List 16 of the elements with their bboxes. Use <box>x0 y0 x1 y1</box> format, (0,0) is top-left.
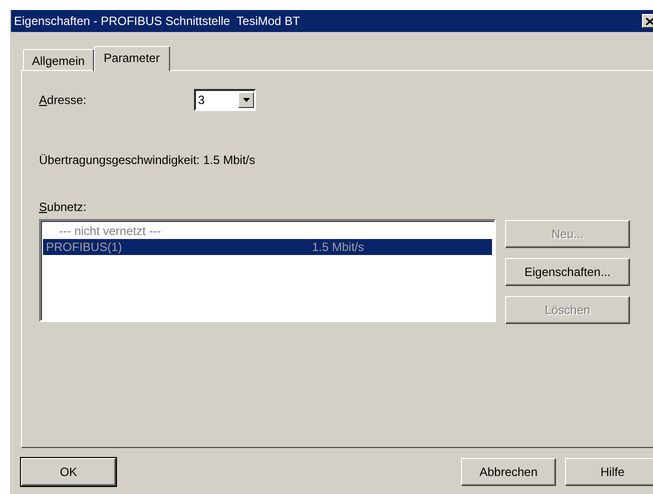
list-item-text: --- nicht vernetzt --- <box>58 224 162 238</box>
address-label: Adresse: <box>39 93 86 107</box>
tab[interactable]: Allgemein <box>23 49 94 71</box>
list-row[interactable]: --- nicht vernetzt --- <box>43 223 492 239</box>
button[interactable]: Abbrechen <box>461 458 556 486</box>
button[interactable]: Eigenschaften... <box>505 258 630 286</box>
tab[interactable]: Parameter <box>94 46 170 71</box>
list-item-text: 1.5 Mbit/s <box>312 240 364 254</box>
list-item-text: PROFIBUS(1) <box>46 240 122 254</box>
button[interactable]: OK <box>21 458 116 486</box>
address-dropdown[interactable]: 3 <box>194 89 256 111</box>
list-row[interactable]: PROFIBUS(1) 1.5 Mbit/s <box>43 239 492 255</box>
window-title: Eigenschaften - PROFIBUS Schnittstelle TesiMod BT <box>14 14 300 28</box>
button[interactable]: Hilfe <box>565 458 653 486</box>
subnet-label: Subnetz: <box>39 200 86 214</box>
transmission-rate-text: Übertragungsgeschwindigkeit: 1.5 Mbit/s <box>39 153 256 167</box>
